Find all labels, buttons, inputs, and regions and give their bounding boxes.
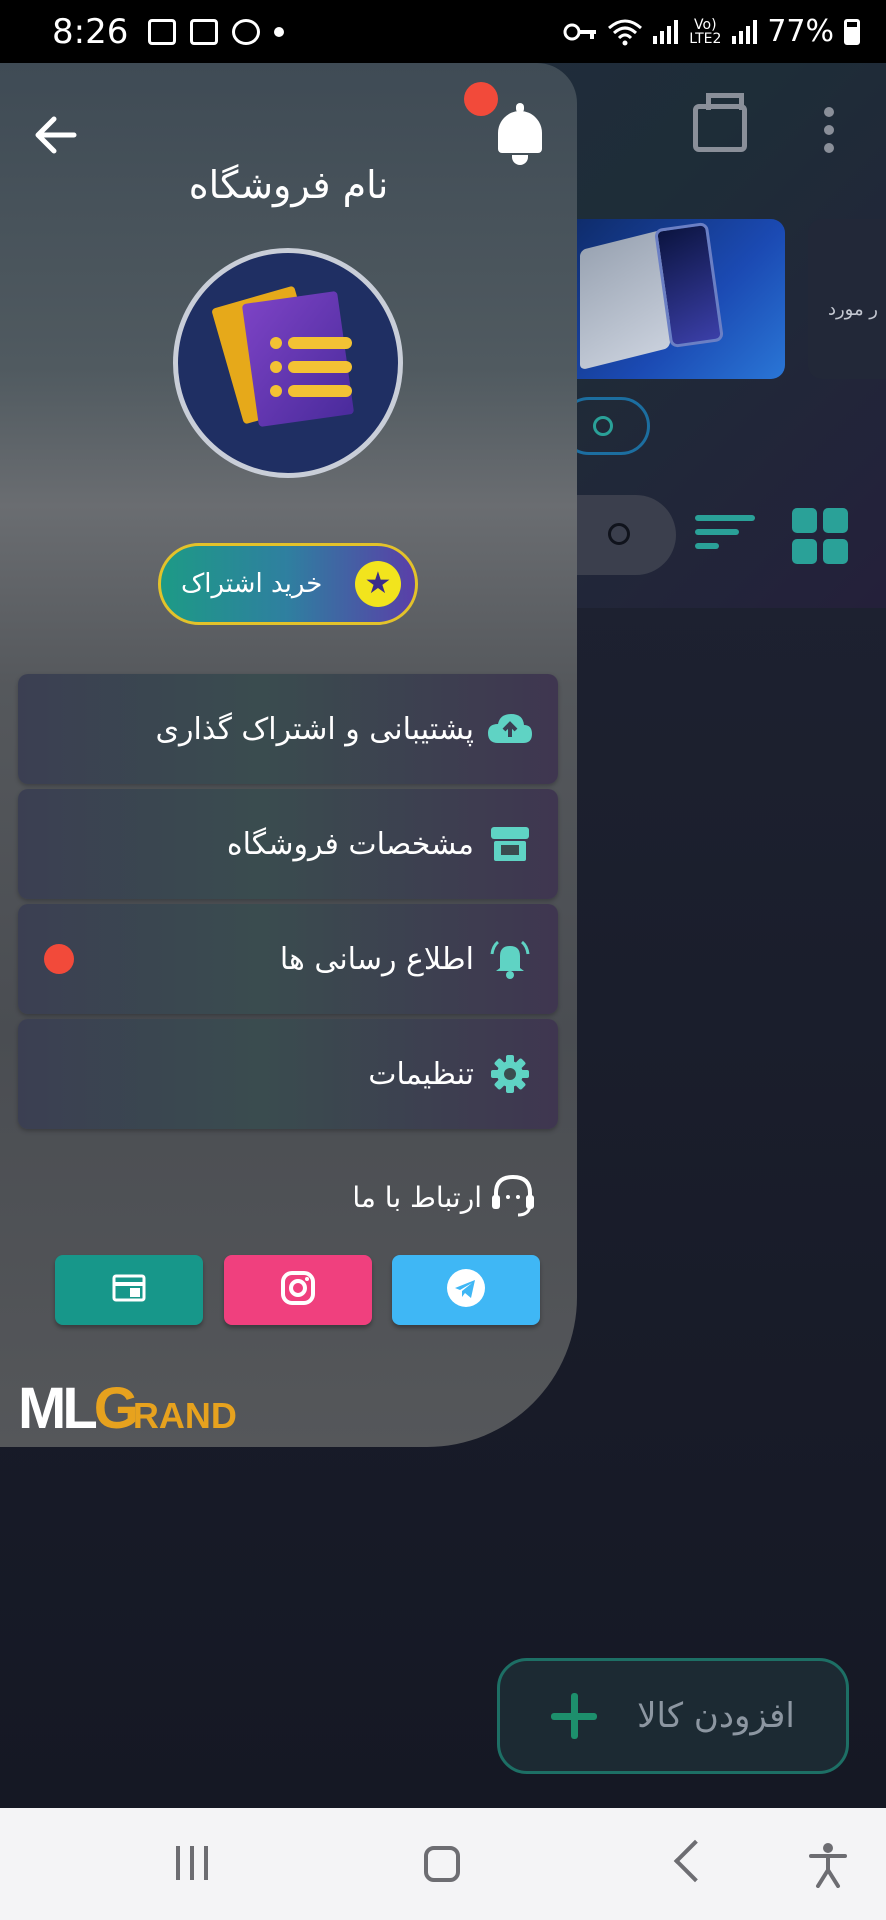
headset-icon	[490, 1173, 536, 1221]
status-right: Vo) LTE2 77%	[563, 14, 860, 49]
battery-percent: 77%	[767, 14, 834, 49]
menu-item-support-share[interactable]: پشتیبانی و اشتراک گذاری	[18, 674, 558, 784]
telegram-icon	[446, 1268, 486, 1312]
menu-item-store-details[interactable]: مشخصات فروشگاه	[18, 789, 558, 899]
instagram-icon	[280, 1270, 316, 1310]
info-card[interactable]: ر مورد	[808, 219, 886, 379]
notification-ring-icon	[486, 935, 534, 983]
store-icon	[486, 820, 534, 868]
menu-item-notifications[interactable]: اطلاع رسانی ها	[18, 904, 558, 1014]
navigation-drawer: نام فروشگاه ★ خرید اشتراک پشتیبانی و اشت…	[0, 63, 577, 1447]
battery-icon	[844, 18, 860, 45]
more-notifications-icon	[274, 26, 285, 37]
cloud-upload-icon	[486, 705, 534, 753]
back-icon[interactable]	[673, 1839, 717, 1883]
status-time: 8:26	[52, 11, 129, 52]
app-notification-icon	[190, 18, 219, 45]
back-arrow-icon[interactable]	[34, 115, 78, 155]
contact-us-title: ارتباط با ما	[330, 1173, 536, 1221]
plus-icon	[551, 1693, 598, 1739]
menu-item-label: تنظیمات	[368, 1056, 474, 1092]
promo-banner[interactable]	[560, 219, 785, 379]
web-icon	[112, 1274, 146, 1306]
add-product-label: افزودن کالا	[637, 1696, 795, 1736]
search-bar[interactable]	[560, 495, 676, 575]
buy-subscription-label: خرید اشتراک	[181, 569, 323, 599]
printer-icon[interactable]	[693, 93, 747, 152]
status-bar: 8:26 Vo) LTE2 77%	[0, 0, 886, 63]
store-logo-avatar[interactable]	[173, 248, 403, 478]
sort-icon[interactable]	[695, 515, 755, 549]
notifications-badge	[44, 944, 74, 974]
instagram-button[interactable]	[224, 1255, 372, 1325]
buy-subscription-button[interactable]: ★ خرید اشتراک	[158, 543, 418, 625]
network-label: Vo) LTE2	[689, 16, 722, 47]
search-icon	[593, 416, 613, 436]
recent-apps-icon[interactable]	[176, 1846, 208, 1880]
gallery-icon	[148, 18, 177, 45]
info-card-text: ر مورد	[827, 299, 878, 320]
vpn-key-icon	[563, 23, 597, 40]
notification-badge	[464, 82, 498, 116]
bell-icon[interactable]	[492, 103, 548, 169]
add-product-button[interactable]: افزودن کالا	[497, 1658, 849, 1774]
status-notification-icons	[148, 18, 285, 45]
more-menu-icon[interactable]	[824, 107, 834, 153]
mlgrand-logo: ML G RAND	[18, 1376, 237, 1441]
gear-icon	[486, 1050, 534, 1098]
menu-item-label: پشتیبانی و اشتراک گذاری	[155, 711, 474, 747]
wifi-icon	[608, 19, 643, 45]
telegram-button[interactable]	[392, 1255, 540, 1325]
menu-item-label: مشخصات فروشگاه	[226, 826, 474, 862]
search-icon	[608, 523, 630, 545]
sync-icon	[232, 18, 261, 45]
star-icon: ★	[355, 561, 401, 607]
store-name: نام فروشگاه	[188, 163, 389, 207]
contact-us-label: ارتباط با ما	[352, 1180, 482, 1214]
menu-item-label: اطلاع رسانی ها	[279, 941, 474, 977]
menu-item-settings[interactable]: تنظیمات	[18, 1019, 558, 1129]
system-navigation-bar	[0, 1808, 886, 1920]
grid-view-icon[interactable]	[792, 508, 848, 564]
website-button[interactable]	[55, 1255, 203, 1325]
signal-2-icon	[732, 19, 758, 44]
signal-icon	[653, 19, 679, 44]
accessibility-icon[interactable]	[808, 1842, 848, 1888]
home-icon[interactable]	[424, 1846, 460, 1882]
